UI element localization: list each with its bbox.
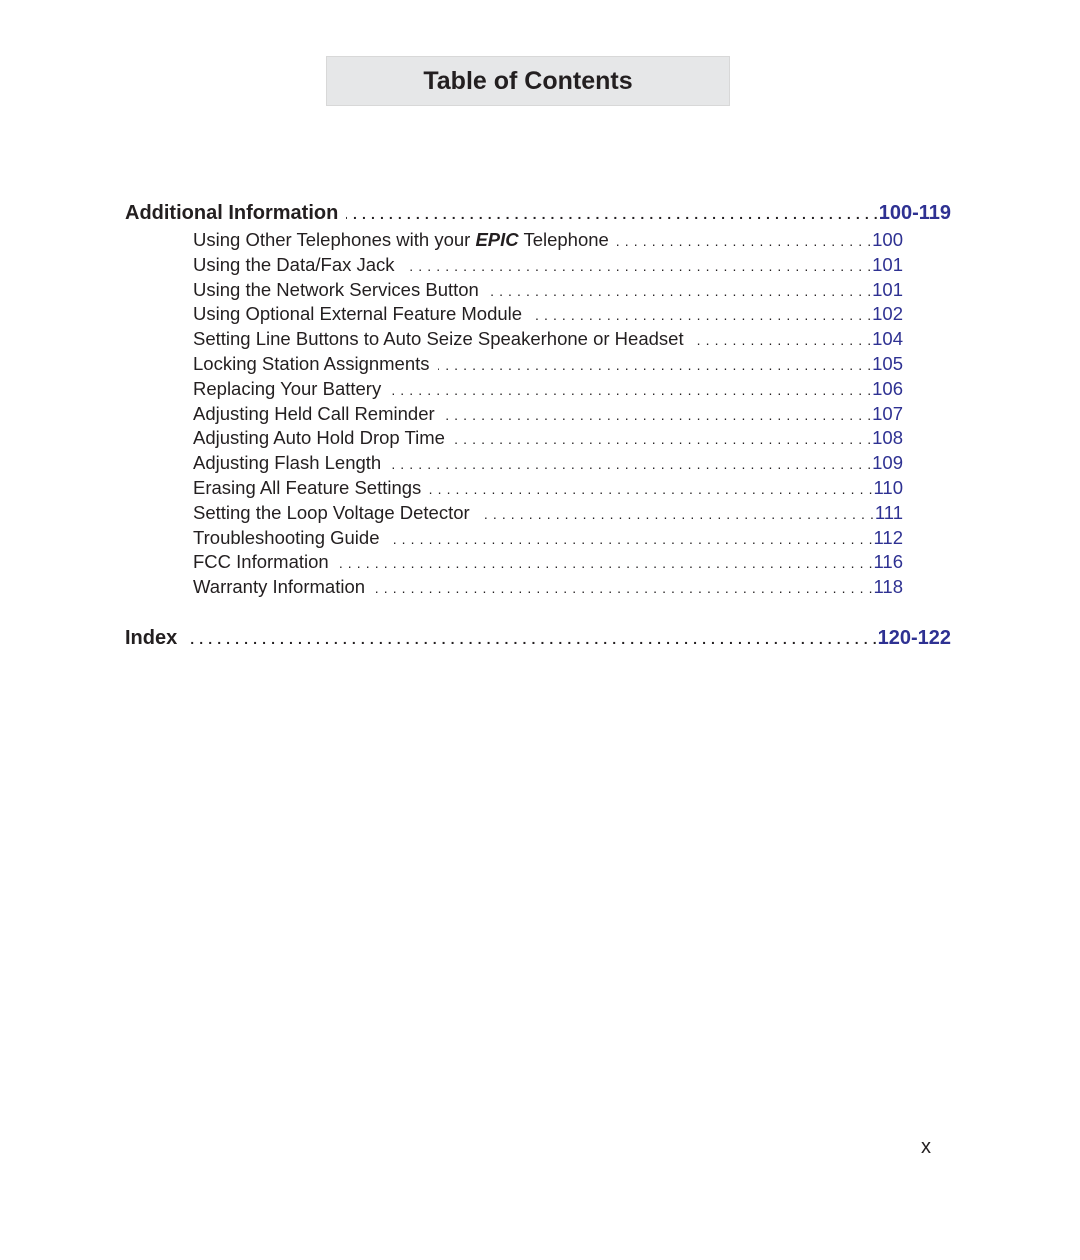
section-label: Index <box>125 627 178 649</box>
dot-leader: . . . . . . . . . . . . . . . . . . . . … <box>403 257 872 274</box>
entry-label: Erasing All Feature Settings <box>193 476 422 498</box>
entry-label: Setting the Loop Voltage Detector <box>193 501 470 523</box>
toc-entry[interactable]: Setting Line Buttons to Auto Seize Speak… <box>193 328 903 353</box>
dot-leader: . . . . . . . . . . . . . . . . . . . . … <box>438 356 872 373</box>
entry-label: Adjusting Held Call Reminder <box>193 402 435 424</box>
entry-label: Using Other Telephones with your EPIC Te… <box>193 229 609 250</box>
entry-label: FCC Information <box>193 551 329 573</box>
toc-entry[interactable]: Adjusting Auto Hold Drop Time . . . . . … <box>193 427 903 452</box>
dot-leader: . . . . . . . . . . . . . . . . . . . . … <box>185 631 877 647</box>
entry-page: 111 <box>874 501 903 523</box>
entry-label: Using the Network Services Button <box>193 278 479 300</box>
toc-entry[interactable]: Replacing Your Battery . . . . . . . . .… <box>193 378 903 403</box>
section-page-range: 120-122 <box>877 627 951 649</box>
page-title: Table of Contents <box>423 66 633 95</box>
dot-leader: . . . . . . . . . . . . . . . . . . . . … <box>617 233 872 249</box>
entry-page: 104 <box>872 328 903 350</box>
entry-label: Locking Station Assignments <box>193 352 430 374</box>
dot-leader: . . . . . . . . . . . . . . . . . . . . … <box>346 206 878 222</box>
toc-entry[interactable]: Locking Station Assignments . . . . . . … <box>193 353 903 378</box>
toc-entry[interactable]: Using the Data/Fax Jack . . . . . . . . … <box>193 254 903 279</box>
entry-page: 100 <box>872 229 903 250</box>
dot-leader: . . . . . . . . . . . . . . . . . . . . … <box>373 580 873 597</box>
dot-leader: . . . . . . . . . . . . . . . . . . . . … <box>337 555 873 572</box>
entry-page: 116 <box>873 551 904 573</box>
entry-page: 110 <box>873 476 904 498</box>
section-label: Additional Information <box>125 202 339 224</box>
entry-label: Using Optional External Feature Module <box>193 303 523 325</box>
entry-page: 107 <box>872 402 903 424</box>
toc-section-index[interactable]: Index . . . . . . . . . . . . . . . . . … <box>125 627 951 650</box>
toc-entry[interactable]: Using Other Telephones with your EPIC Te… <box>193 229 903 254</box>
dot-leader: . . . . . . . . . . . . . . . . . . . . … <box>443 406 872 423</box>
toc-entry[interactable]: Using Optional External Feature Module .… <box>193 303 903 328</box>
entry-label: Adjusting Flash Length <box>193 452 382 474</box>
toc-entry[interactable]: Setting the Loop Voltage Detector . . . … <box>193 502 903 527</box>
entry-page: 101 <box>872 278 903 300</box>
entry-label: Troubleshooting Guide <box>193 526 380 548</box>
dot-leader: . . . . . . . . . . . . . . . . . . . . … <box>389 456 872 473</box>
brand-name: EPIC <box>475 229 519 250</box>
entry-label: Replacing Your Battery <box>193 377 382 399</box>
entry-page: 112 <box>873 526 904 548</box>
toc-entries: Using Other Telephones with your EPIC Te… <box>193 229 903 601</box>
entry-label: Using the Data/Fax Jack <box>193 253 395 275</box>
page-number: x <box>921 1136 931 1158</box>
entry-label: Warranty Information <box>193 576 366 598</box>
entry-page: 102 <box>872 303 903 325</box>
dot-leader: . . . . . . . . . . . . . . . . . . . . … <box>478 505 874 522</box>
entry-page: 105 <box>872 352 903 374</box>
dot-leader: . . . . . . . . . . . . . . . . . . . . … <box>429 480 873 497</box>
entry-page: 118 <box>873 576 904 598</box>
toc-entry[interactable]: Using the Network Services Button . . . … <box>193 279 903 304</box>
toc-section-additional-information[interactable]: Additional Information . . . . . . . . .… <box>125 202 951 225</box>
toc-entry[interactable]: Adjusting Held Call Reminder . . . . . .… <box>193 403 903 428</box>
dot-leader: . . . . . . . . . . . . . . . . . . . . … <box>388 530 873 547</box>
dot-leader: . . . . . . . . . . . . . . . . . . . . … <box>453 431 872 448</box>
toc-entry[interactable]: Adjusting Flash Length . . . . . . . . .… <box>193 452 903 477</box>
toc-entry[interactable]: Warranty Information . . . . . . . . . .… <box>193 576 903 601</box>
entry-page: 106 <box>872 377 903 399</box>
entry-page: 109 <box>872 452 903 474</box>
dot-leader: . . . . . . . . . . . . . . . . . . . . … <box>487 282 872 299</box>
entry-label: Adjusting Auto Hold Drop Time <box>193 427 445 449</box>
toc-entry[interactable]: Troubleshooting Guide . . . . . . . . . … <box>193 527 903 552</box>
entry-page: 108 <box>872 427 903 449</box>
dot-leader: . . . . . . . . . . . . . . . . . . . . … <box>389 381 872 398</box>
toc-entry[interactable]: Erasing All Feature Settings . . . . . .… <box>193 477 903 502</box>
section-page-range: 100-119 <box>878 202 951 224</box>
dot-leader: . . . . . . . . . . . . . . . . . . . . … <box>530 307 872 324</box>
entry-page: 101 <box>872 253 903 275</box>
title-box: Table of Contents <box>326 56 730 106</box>
toc-entry[interactable]: FCC Information . . . . . . . . . . . . … <box>193 551 903 576</box>
entry-label: Setting Line Buttons to Auto Seize Speak… <box>193 328 684 350</box>
dot-leader: . . . . . . . . . . . . . . . . . . . . … <box>692 332 872 349</box>
